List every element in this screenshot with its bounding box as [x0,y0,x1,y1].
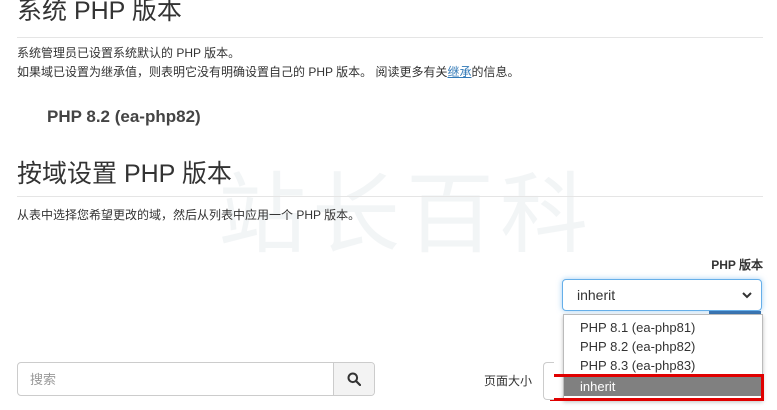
chevron-down-icon [742,292,752,299]
search-field [17,362,375,396]
divider [17,196,763,197]
option-php82[interactable]: PHP 8.2 (ea-php82) [564,337,762,356]
line2-text: 如果域已设置为继承值，则表明它没有明确设置自己的 PHP 版本。 阅读更多有关 [17,65,448,79]
option-php81[interactable]: PHP 8.1 (ea-php81) [564,318,762,337]
divider [17,37,763,38]
system-description-line2: 如果域已设置为继承值，则表明它没有明确设置自己的 PHP 版本。 阅读更多有关继… [17,63,520,82]
search-button[interactable] [333,363,374,395]
current-php-version: PHP 8.2 (ea-php82) [47,107,201,126]
domain-description: 从表中选择您希望更改的域，然后从列表中应用一个 PHP 版本。 [17,208,361,222]
line2-suffix: 的信息。 [471,65,520,79]
php-version-select-value: inherit [577,287,616,303]
php-version-label: PHP 版本 [711,258,763,272]
php-version-select[interactable]: inherit [562,279,762,311]
highlight-box [550,374,764,401]
inherit-link[interactable]: 继承 [447,65,471,79]
system-description-line1: 系统管理员已设置系统默认的 PHP 版本。 [17,46,241,60]
page-size-label: 页面大小 [484,374,533,388]
system-php-title: 系统 PHP 版本 [17,0,182,25]
option-php83[interactable]: PHP 8.3 (ea-php83) [564,356,762,375]
search-input[interactable] [18,363,336,395]
system-description: 系统管理员已设置系统默认的 PHP 版本。 如果域已设置为继承值，则表明它没有明… [17,44,520,82]
search-icon [347,372,361,386]
page-size-select[interactable] [543,362,554,400]
domain-php-title: 按域设置 PHP 版本 [17,160,232,188]
